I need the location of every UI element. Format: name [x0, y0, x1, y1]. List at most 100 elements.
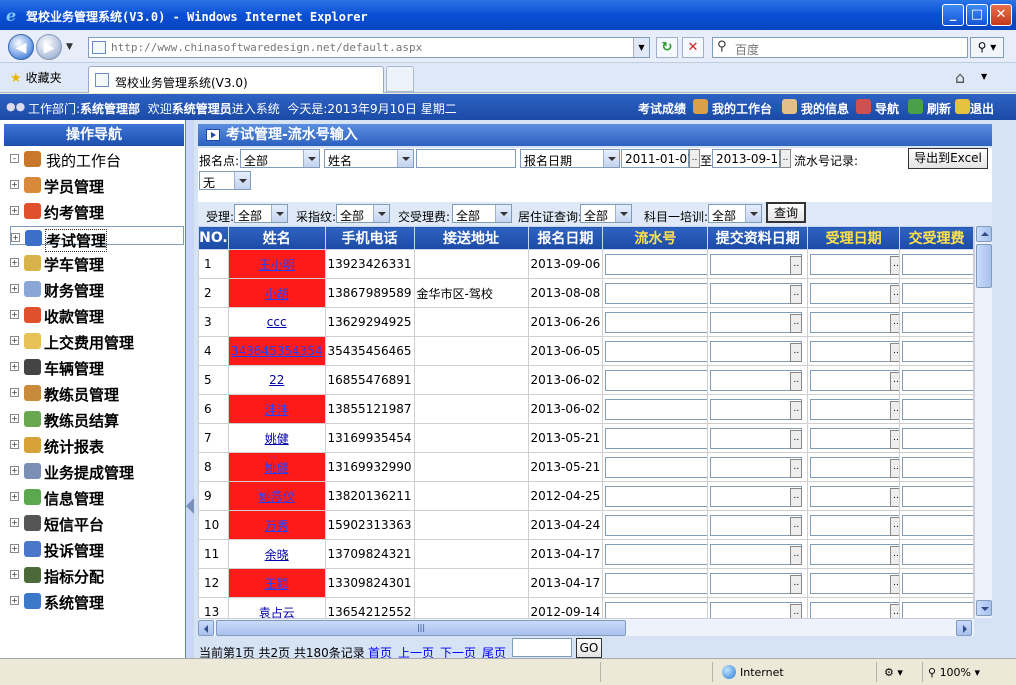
expand-icon[interactable]: + — [10, 362, 19, 371]
fee-date-input[interactable] — [902, 485, 973, 507]
url-input[interactable]: http://www.chinasoftwaredesign.net/defau… — [88, 37, 650, 58]
expand-icon[interactable]: + — [10, 336, 19, 345]
accept-date-input[interactable] — [810, 456, 899, 478]
expand-icon[interactable]: + — [10, 414, 19, 423]
submit-date-input[interactable] — [710, 282, 803, 304]
history-dropdown-icon[interactable]: ▼ — [66, 42, 73, 52]
accept-date-picker-button[interactable]: .. — [890, 574, 899, 594]
sidebar-item-11[interactable]: + 统计报表 — [10, 434, 184, 456]
submit-date-input[interactable] — [710, 398, 803, 420]
expand-icon[interactable]: + — [11, 233, 20, 242]
accepted-select[interactable]: 全部 — [234, 204, 288, 223]
scroll-right-button[interactable] — [956, 620, 972, 636]
student-name-link[interactable]: 姚燕仪 — [259, 490, 295, 504]
accept-date-picker-button[interactable]: .. — [890, 313, 899, 333]
student-name-link[interactable]: 343645354354 — [231, 344, 323, 358]
accept-date-input[interactable] — [810, 282, 899, 304]
search-input[interactable]: ⚲ 百度 — [712, 37, 968, 58]
sidebar-item-4[interactable]: + 学车管理 — [10, 252, 184, 274]
back-button[interactable]: ◀ — [8, 34, 34, 60]
submit-date-input[interactable] — [710, 485, 803, 507]
expand-icon[interactable]: + — [10, 570, 19, 579]
fee-select[interactable]: 全部 — [452, 204, 512, 223]
expand-icon[interactable]: + — [10, 310, 19, 319]
fee-date-input[interactable] — [902, 340, 973, 362]
zoom-level[interactable]: ⚲ 100% ▾ — [928, 666, 980, 679]
student-name-link[interactable]: 沣沣 — [265, 403, 289, 417]
fee-date-input[interactable] — [902, 253, 973, 275]
expand-icon[interactable]: + — [10, 440, 19, 449]
scroll-left-button[interactable] — [198, 620, 214, 636]
browser-tab[interactable]: 驾校业务管理系统(V3.0) — [88, 66, 384, 93]
vertical-scrollbar[interactable] — [974, 226, 992, 618]
sidebar-item-14[interactable]: + 短信平台 — [10, 512, 184, 534]
date-from-picker-button[interactable]: .. — [689, 149, 700, 168]
search-button[interactable]: ⚲ ▾ — [970, 37, 1004, 58]
favorites-button[interactable]: ★ 收藏夹 — [10, 69, 62, 86]
expand-icon[interactable]: + — [10, 388, 19, 397]
sidebar-item-5[interactable]: + 财务管理 — [10, 278, 184, 300]
serial-input[interactable] — [605, 456, 707, 478]
exam-results-link[interactable]: 考试成绩 — [638, 100, 686, 117]
serial-input[interactable] — [605, 311, 707, 333]
search-field-select[interactable]: 姓名 — [324, 149, 414, 168]
submit-date-input[interactable] — [710, 253, 803, 275]
expand-icon[interactable]: + — [10, 466, 19, 475]
fee-date-input[interactable] — [902, 601, 973, 618]
serial-input[interactable] — [605, 282, 707, 304]
student-name-link[interactable]: 余晓 — [265, 548, 289, 562]
sidebar-item-10[interactable]: + 教练员结算 — [10, 408, 184, 430]
submit-date-input[interactable] — [710, 369, 803, 391]
submit-date-picker-button[interactable]: .. — [790, 342, 803, 362]
sidebar-item-8[interactable]: + 车辆管理 — [10, 356, 184, 378]
page-number-input[interactable] — [512, 638, 572, 657]
expand-icon[interactable]: + — [10, 180, 19, 189]
date-to-input[interactable]: 2013-09-11 — [712, 149, 786, 168]
fee-date-input[interactable] — [902, 427, 973, 449]
refresh-icon[interactable]: ↻ — [656, 37, 678, 58]
submit-date-picker-button[interactable]: .. — [790, 255, 803, 275]
expand-icon[interactable]: + — [10, 596, 19, 605]
my-info-link[interactable]: 我的信息 — [801, 100, 849, 117]
fee-date-input[interactable] — [902, 514, 973, 536]
forward-button[interactable]: ▶ — [36, 34, 62, 60]
my-workbench-link[interactable]: 我的工作台 — [712, 100, 772, 117]
serial-input[interactable] — [605, 340, 707, 362]
minimize-button[interactable]: _ — [942, 4, 964, 26]
serial-input[interactable] — [605, 601, 707, 618]
accept-date-picker-button[interactable]: .. — [890, 255, 899, 275]
serial-input[interactable] — [605, 427, 707, 449]
stop-icon[interactable]: ✕ — [682, 37, 704, 58]
sidebar-item-15[interactable]: + 投诉管理 — [10, 538, 184, 560]
fee-date-input[interactable] — [902, 398, 973, 420]
sidebar-item-0[interactable]: – 我的工作台 — [10, 148, 184, 170]
submit-date-picker-button[interactable]: .. — [790, 545, 803, 565]
submit-date-picker-button[interactable]: .. — [790, 400, 803, 420]
expand-icon[interactable]: + — [10, 258, 19, 267]
date-type-select[interactable]: 报名日期 — [520, 149, 620, 168]
fee-date-input[interactable] — [902, 456, 973, 478]
submit-date-picker-button[interactable]: .. — [790, 487, 803, 507]
exit-link[interactable]: 退出 — [970, 100, 994, 117]
serial-input[interactable] — [605, 253, 707, 275]
navigation-link[interactable]: 导航 — [875, 100, 899, 117]
submit-date-picker-button[interactable]: .. — [790, 284, 803, 304]
sidebar-item-2[interactable]: + 约考管理 — [10, 200, 184, 222]
close-window-button[interactable]: ✕ — [990, 4, 1012, 26]
serial-input[interactable] — [605, 572, 707, 594]
sidebar-item-7[interactable]: + 上交费用管理 — [10, 330, 184, 352]
accept-date-input[interactable] — [810, 398, 899, 420]
serial-input[interactable] — [605, 398, 707, 420]
sidebar-item-1[interactable]: + 学员管理 — [10, 174, 184, 196]
accept-date-input[interactable] — [810, 572, 899, 594]
submit-date-picker-button[interactable]: .. — [790, 516, 803, 536]
fee-date-input[interactable] — [902, 311, 973, 333]
accept-date-input[interactable] — [810, 311, 899, 333]
expand-icon[interactable]: + — [10, 206, 19, 215]
accept-date-picker-button[interactable]: .. — [890, 516, 899, 536]
accept-date-input[interactable] — [810, 253, 899, 275]
scroll-thumb[interactable] — [976, 244, 992, 288]
student-name-link[interactable]: 王小明 — [259, 258, 295, 272]
expand-icon[interactable]: + — [10, 518, 19, 527]
serial-input[interactable] — [605, 485, 707, 507]
